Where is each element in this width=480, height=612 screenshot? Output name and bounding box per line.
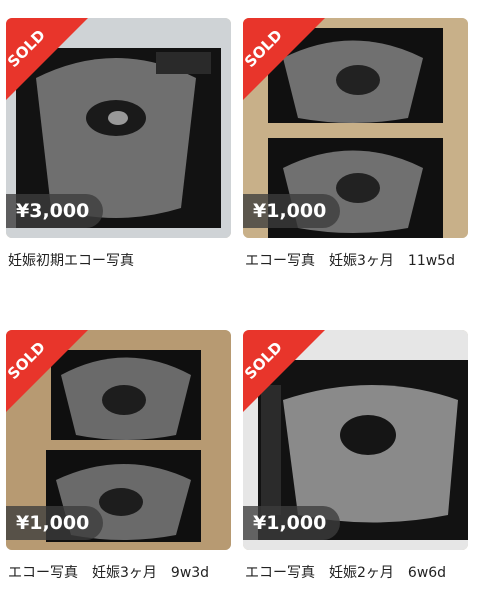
product-image-3[interactable]: SOLD ¥1,000 <box>6 330 231 550</box>
item-title[interactable]: エコー写真 妊娠3ヶ月 9w3d <box>8 562 233 582</box>
sold-ribbon: SOLD <box>243 330 325 412</box>
price-tag: ¥1,000 <box>243 194 341 228</box>
sold-ribbon: SOLD <box>6 330 88 412</box>
item-title[interactable]: エコー写真 妊娠2ヶ月 6w6d <box>245 562 470 582</box>
price-tag: ¥3,000 <box>6 194 104 228</box>
price-tag: ¥1,000 <box>243 506 341 540</box>
item-title[interactable]: 妊娠初期エコー写真 <box>8 250 233 270</box>
sold-ribbon: SOLD <box>6 18 88 100</box>
product-image-2[interactable]: SOLD ¥1,000 <box>243 18 468 238</box>
sold-ribbon: SOLD <box>243 18 325 100</box>
product-image-4[interactable]: SOLD ¥1,000 <box>243 330 468 550</box>
price-tag: ¥1,000 <box>6 506 104 540</box>
product-image-1[interactable]: SOLD ¥3,000 <box>6 18 231 238</box>
item-title[interactable]: エコー写真 妊娠3ヶ月 11w5d <box>245 250 470 270</box>
